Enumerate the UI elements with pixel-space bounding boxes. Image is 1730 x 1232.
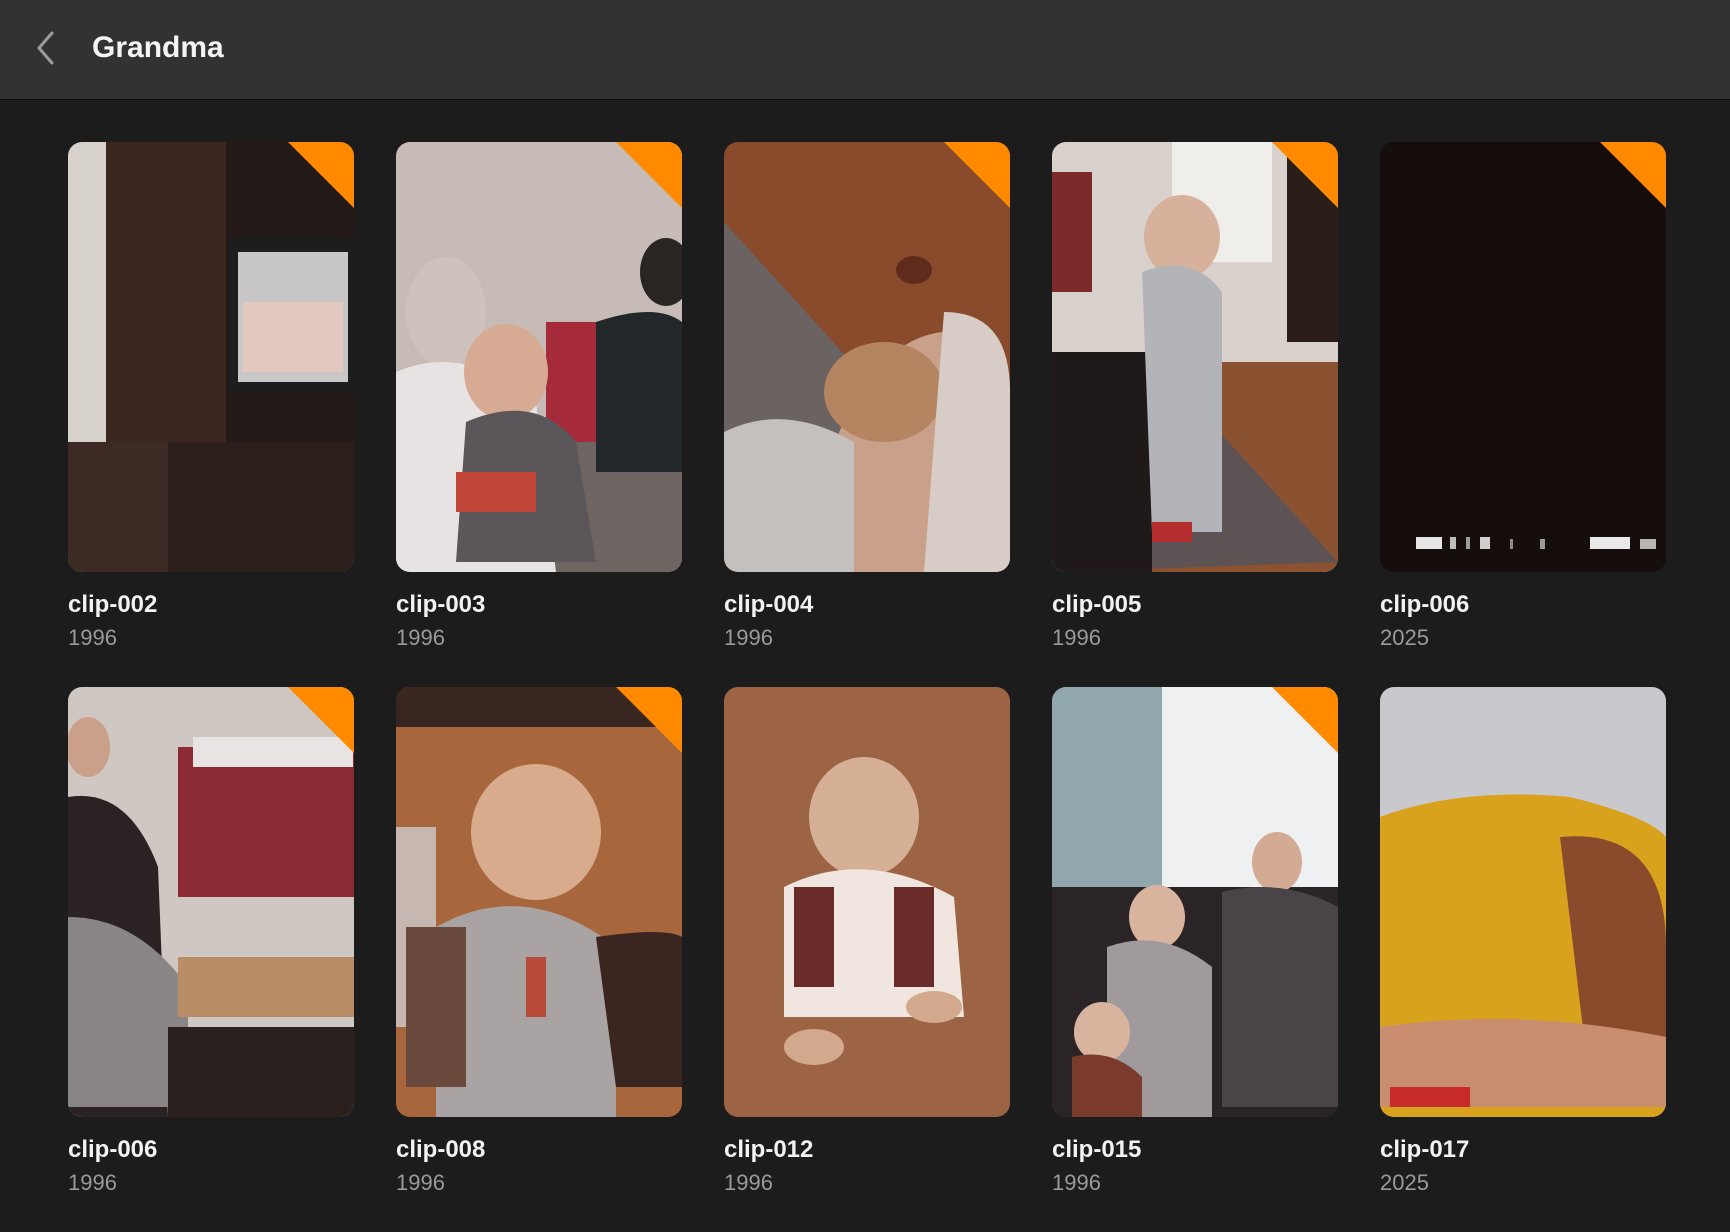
- clip-name: clip-006: [1380, 591, 1470, 618]
- clip-thumbnail: [1380, 142, 1666, 572]
- badge-corner: [1272, 687, 1338, 753]
- clip-card[interactable]: clip-004 1996: [724, 142, 1010, 687]
- badge-corner: [288, 687, 354, 753]
- badge-corner: [616, 687, 682, 753]
- badge-corner: [288, 142, 354, 208]
- badge-corner: [1600, 142, 1666, 208]
- clip-grid: clip-002 1996 clip-003 1996 clip-004 199…: [68, 142, 1666, 1232]
- clip-card[interactable]: clip-002 1996: [68, 142, 354, 687]
- clip-name: clip-005: [1052, 591, 1142, 618]
- clip-year: 1996: [396, 1170, 445, 1195]
- clip-year: 1996: [68, 1170, 117, 1195]
- clip-name: clip-012: [724, 1136, 814, 1163]
- badge-corner: [944, 142, 1010, 208]
- back-button[interactable]: [28, 28, 64, 68]
- clip-card[interactable]: clip-015 1996: [1052, 687, 1338, 1232]
- chevron-left-icon: [37, 31, 54, 65]
- clip-card[interactable]: clip-012 1996: [724, 687, 1010, 1232]
- clip-name: clip-003: [396, 591, 486, 618]
- clip-year: 2025: [1380, 1170, 1429, 1195]
- badge-corner: [616, 142, 682, 208]
- clip-thumbnail: [396, 142, 682, 572]
- clip-card[interactable]: clip-017 2025: [1380, 687, 1666, 1232]
- clip-thumbnail: [724, 142, 1010, 572]
- clip-year: 1996: [1052, 1170, 1101, 1195]
- clip-thumbnail: [724, 687, 1010, 1117]
- clip-year: 1996: [68, 625, 117, 650]
- clip-thumbnail: [396, 687, 682, 1117]
- clip-name: clip-015: [1052, 1136, 1142, 1163]
- clip-card[interactable]: clip-008 1996: [396, 687, 682, 1232]
- title-bar: Grandma: [0, 0, 1730, 100]
- clip-thumbnail: [1052, 142, 1338, 572]
- page-title: Grandma: [92, 31, 224, 64]
- clip-year: 1996: [724, 625, 773, 650]
- badge-corner: [1272, 142, 1338, 208]
- clip-thumbnail: [1380, 687, 1666, 1117]
- clip-name: clip-006: [68, 1136, 158, 1163]
- clip-card[interactable]: clip-006 2025: [1380, 142, 1666, 687]
- clip-year: 1996: [1052, 625, 1101, 650]
- clip-card[interactable]: clip-006 1996: [68, 687, 354, 1232]
- clip-name: clip-017: [1380, 1136, 1470, 1163]
- clip-card[interactable]: clip-005 1996: [1052, 142, 1338, 687]
- clip-name: clip-008: [396, 1136, 486, 1163]
- clip-thumbnail: [68, 142, 354, 572]
- clip-card[interactable]: clip-003 1996: [396, 142, 682, 687]
- clip-year: 2025: [1380, 625, 1429, 650]
- clip-thumbnail: [1052, 687, 1338, 1117]
- clip-name: clip-002: [68, 591, 158, 618]
- clip-year: 1996: [724, 1170, 773, 1195]
- clip-thumbnail: [68, 687, 354, 1117]
- clip-year: 1996: [396, 625, 445, 650]
- clip-name: clip-004: [724, 591, 814, 618]
